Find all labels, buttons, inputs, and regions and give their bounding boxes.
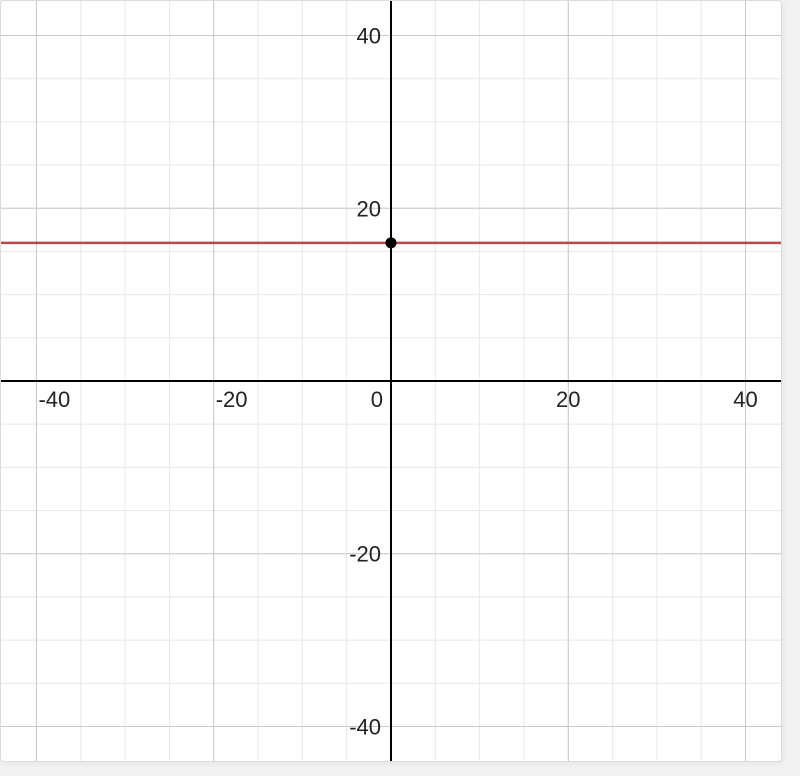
x-tick-label: 40: [733, 387, 757, 412]
y-tick-label: -20: [349, 542, 381, 567]
x-tick-label: -40: [38, 387, 70, 412]
intercept-point: [386, 237, 397, 248]
x-tick-labels: -40 -20 0 20 40: [38, 387, 757, 412]
y-tick-label: 40: [357, 24, 381, 49]
axes: [1, 1, 781, 761]
y-tick-label: -40: [349, 714, 381, 739]
x-tick-label: 20: [556, 387, 580, 412]
chart-card: -40 -20 0 20 40 -40 -20 20 40: [0, 0, 782, 762]
x-tick-label: 0: [371, 387, 383, 412]
markers: [386, 237, 397, 248]
x-tick-label: -20: [216, 387, 248, 412]
cartesian-plot: -40 -20 0 20 40 -40 -20 20 40: [1, 1, 781, 761]
y-tick-label: 20: [357, 196, 381, 221]
